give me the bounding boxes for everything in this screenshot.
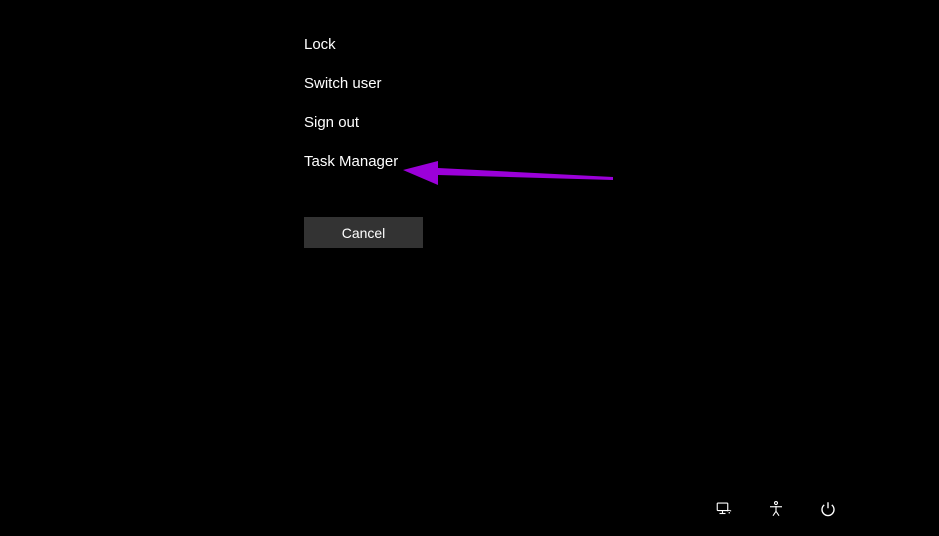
network-icon[interactable] bbox=[713, 498, 735, 520]
system-tray bbox=[713, 498, 839, 520]
power-icon[interactable] bbox=[817, 498, 839, 520]
sign-out-option[interactable]: Sign out bbox=[304, 103, 423, 142]
accessibility-icon[interactable] bbox=[765, 498, 787, 520]
switch-user-option[interactable]: Switch user bbox=[304, 64, 423, 103]
task-manager-option[interactable]: Task Manager bbox=[304, 142, 423, 181]
annotation-arrow bbox=[398, 155, 618, 195]
lock-option[interactable]: Lock bbox=[304, 25, 423, 64]
security-options-menu: Lock Switch user Sign out Task Manager C… bbox=[304, 25, 423, 248]
cancel-button[interactable]: Cancel bbox=[304, 217, 423, 248]
